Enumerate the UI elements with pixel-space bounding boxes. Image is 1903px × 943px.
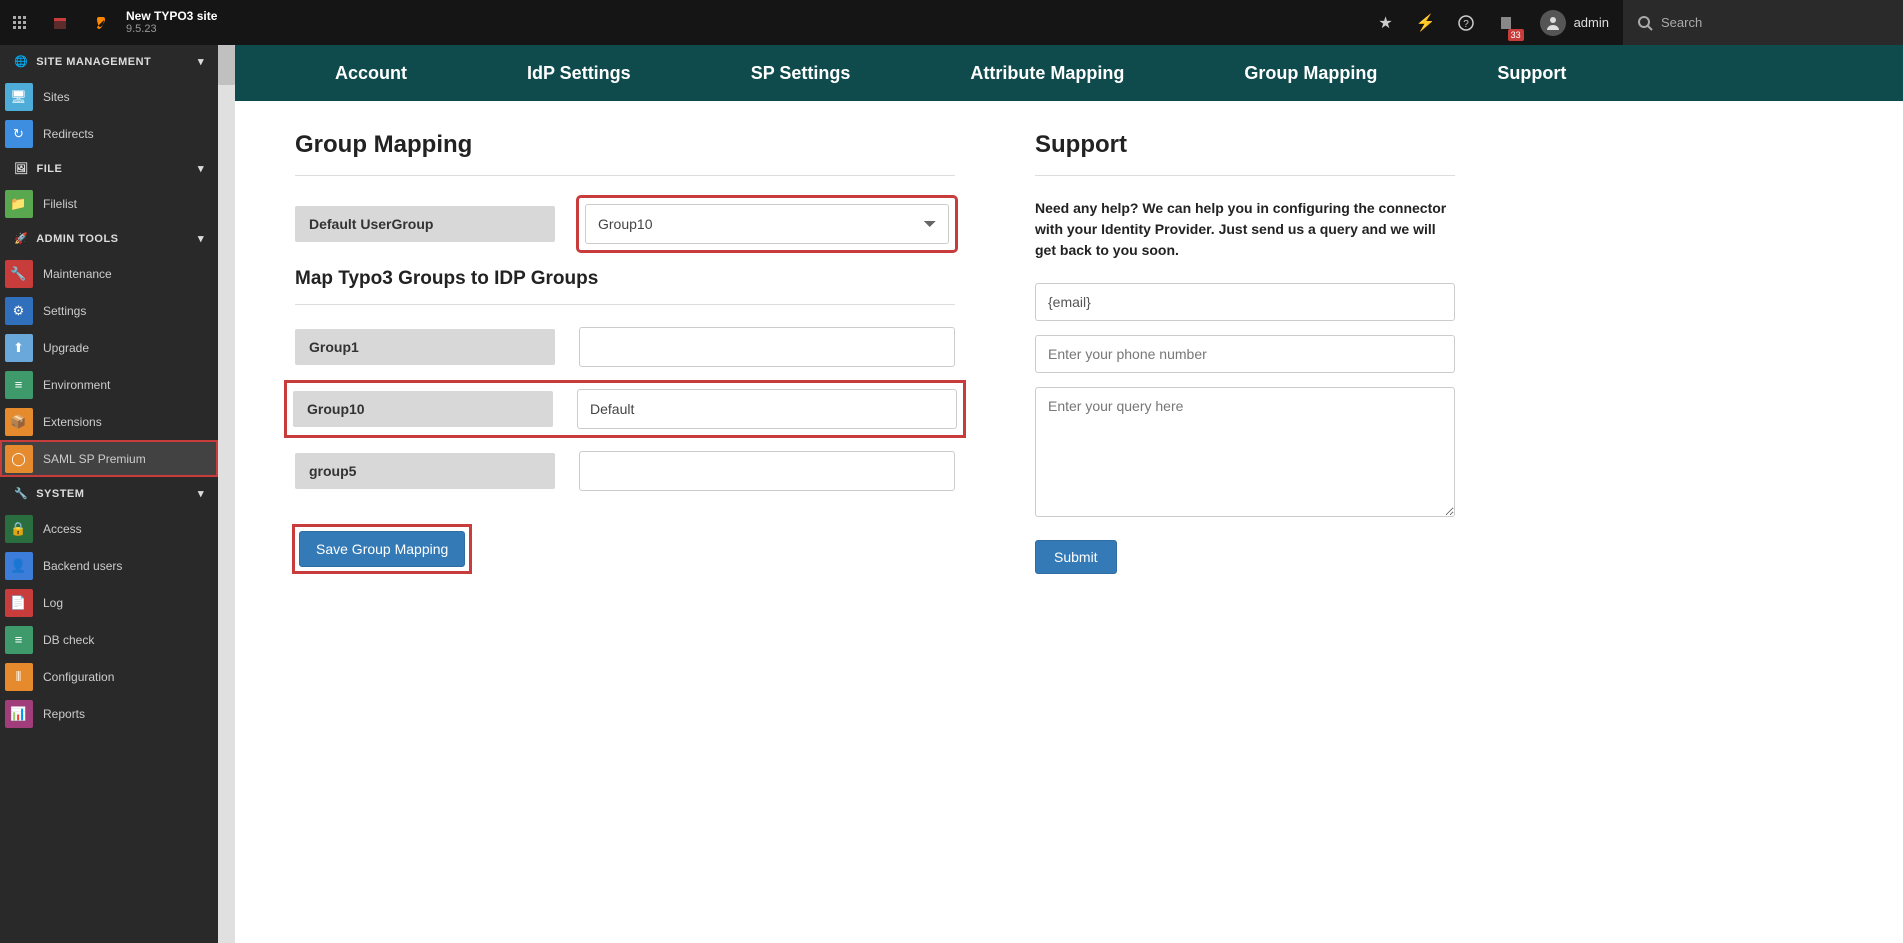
group-label-1: Group10: [293, 391, 553, 427]
sidebar-item-upgrade[interactable]: ⬆Upgrade: [0, 329, 218, 366]
group-input-2[interactable]: [579, 451, 955, 491]
support-query-textarea[interactable]: [1035, 387, 1455, 517]
environment-icon: ≡: [5, 371, 33, 399]
sidebar-item-environment[interactable]: ≡Environment: [0, 366, 218, 403]
tabs: Account IdP Settings SP Settings Attribu…: [235, 45, 1903, 101]
default-usergroup-label: Default UserGroup: [295, 206, 555, 242]
sidebar-item-redirects[interactable]: ↻Redirects: [0, 115, 218, 152]
support-email-input[interactable]: [1035, 283, 1455, 321]
group-input-0[interactable]: [579, 327, 955, 367]
calendar-icon[interactable]: [40, 0, 80, 45]
avatar-icon: [1540, 10, 1566, 36]
group-label-0: Group1: [295, 329, 555, 365]
chevron-down-icon: ▾: [198, 232, 204, 245]
group-row-0: Group1: [295, 327, 955, 367]
star-icon[interactable]: ★: [1366, 0, 1406, 45]
chevron-down-icon: ▾: [198, 55, 204, 68]
tab-sp-settings[interactable]: SP Settings: [691, 63, 911, 84]
maintenance-icon: 🔧: [5, 260, 33, 288]
tab-support[interactable]: Support: [1437, 63, 1626, 84]
sidebar-item-sites[interactable]: 🖥Sites: [0, 78, 218, 115]
settings-icon: ⚙: [5, 297, 33, 325]
sidebar-section-site-management[interactable]: 🌐SITE MANAGEMENT▾: [0, 45, 218, 78]
save-group-mapping-button[interactable]: Save Group Mapping: [299, 531, 465, 567]
support-panel: Support Need any help? We can help you i…: [1035, 131, 1455, 574]
support-submit-button[interactable]: Submit: [1035, 540, 1117, 574]
sidebar-section-system[interactable]: 🔧SYSTEM▾: [0, 477, 218, 510]
log-icon: 📄: [5, 589, 33, 617]
default-usergroup-row: Default UserGroup Group10: [295, 198, 955, 250]
group-row-2: group5: [295, 451, 955, 491]
divider: [295, 304, 955, 305]
main: Account IdP Settings SP Settings Attribu…: [235, 45, 1903, 943]
topbar: New TYPO3 site 9.5.23 ★ ⚡ ? 33 admin Sea…: [0, 0, 1903, 45]
support-text: Need any help? We can help you in config…: [1035, 198, 1455, 261]
group-row-1: Group10: [289, 385, 961, 433]
sidebar-item-maintenance[interactable]: 🔧Maintenance: [0, 255, 218, 292]
filelist-icon: 📁: [5, 190, 33, 218]
sidebar-item-dbcheck[interactable]: ≡DB check: [0, 621, 218, 658]
sidebar-item-access[interactable]: 🔒Access: [0, 510, 218, 547]
page-heading: Group Mapping: [295, 131, 955, 159]
app-menu-icon[interactable]: [0, 0, 40, 45]
chevron-down-icon: ▾: [198, 487, 204, 500]
support-heading: Support: [1035, 131, 1455, 159]
map-groups-heading: Map Typo3 Groups to IDP Groups: [295, 268, 955, 290]
search-icon: [1637, 15, 1653, 31]
site-title-block: New TYPO3 site 9.5.23: [126, 9, 217, 37]
backendusers-icon: 👤: [5, 552, 33, 580]
user-block[interactable]: admin: [1526, 10, 1623, 36]
dbcheck-icon: ≡: [5, 626, 33, 654]
site-title: New TYPO3 site: [126, 9, 217, 23]
sidebar-section-admin-tools[interactable]: 🚀ADMIN TOOLS▾: [0, 222, 218, 255]
notification-icon[interactable]: 33: [1486, 0, 1526, 45]
topbar-right: ★ ⚡ ? 33 admin Search: [1366, 0, 1903, 45]
group-label-2: group5: [295, 453, 555, 489]
samlsp-icon: ◯: [5, 445, 33, 473]
username: admin: [1574, 15, 1609, 30]
sidebar-item-backendusers[interactable]: 👤Backend users: [0, 547, 218, 584]
bolt-icon[interactable]: ⚡: [1406, 0, 1446, 45]
sidebar-item-reports[interactable]: 📊Reports: [0, 695, 218, 732]
reports-icon: 📊: [5, 700, 33, 728]
scrollbar[interactable]: [218, 45, 235, 943]
support-phone-input[interactable]: [1035, 335, 1455, 373]
sidebar-item-extensions[interactable]: 📦Extensions: [0, 403, 218, 440]
search-block[interactable]: Search: [1623, 0, 1903, 45]
sidebar-item-settings[interactable]: ⚙Settings: [0, 292, 218, 329]
default-usergroup-select[interactable]: Group10: [585, 204, 949, 244]
tab-idp-settings[interactable]: IdP Settings: [467, 63, 691, 84]
divider: [295, 175, 955, 176]
sidebar-item-configuration[interactable]: ⦀Configuration: [0, 658, 218, 695]
group-input-1[interactable]: [577, 389, 957, 429]
configuration-icon: ⦀: [5, 663, 33, 691]
notification-badge: 33: [1508, 29, 1524, 41]
sites-icon: 🖥: [5, 83, 33, 111]
topbar-left: New TYPO3 site 9.5.23: [0, 0, 1366, 45]
tab-group-mapping[interactable]: Group Mapping: [1184, 63, 1437, 84]
chevron-down-icon: ▾: [198, 162, 204, 175]
site-version: 9.5.23: [126, 23, 217, 36]
sidebar-section-file[interactable]: 🖼FILE▾: [0, 152, 218, 185]
access-icon: 🔒: [5, 515, 33, 543]
sidebar-item-log[interactable]: 📄Log: [0, 584, 218, 621]
upgrade-icon: ⬆: [5, 334, 33, 362]
sidebar: 🌐SITE MANAGEMENT▾ 🖥Sites ↻Redirects 🖼FIL…: [0, 45, 218, 943]
help-icon[interactable]: ?: [1446, 0, 1486, 45]
sidebar-item-filelist[interactable]: 📁Filelist: [0, 185, 218, 222]
redirects-icon: ↻: [5, 120, 33, 148]
tab-account[interactable]: Account: [275, 63, 467, 84]
group-mapping-panel: Group Mapping Default UserGroup Group10 …: [295, 131, 955, 574]
divider: [1035, 175, 1455, 176]
sidebar-item-samlsp[interactable]: ◯SAML SP Premium: [0, 440, 218, 477]
tab-attribute-mapping[interactable]: Attribute Mapping: [910, 63, 1184, 84]
extensions-icon: 📦: [5, 408, 33, 436]
svg-text:?: ?: [1463, 19, 1469, 30]
search-placeholder: Search: [1661, 15, 1702, 30]
typo3-logo-icon[interactable]: [80, 0, 120, 45]
